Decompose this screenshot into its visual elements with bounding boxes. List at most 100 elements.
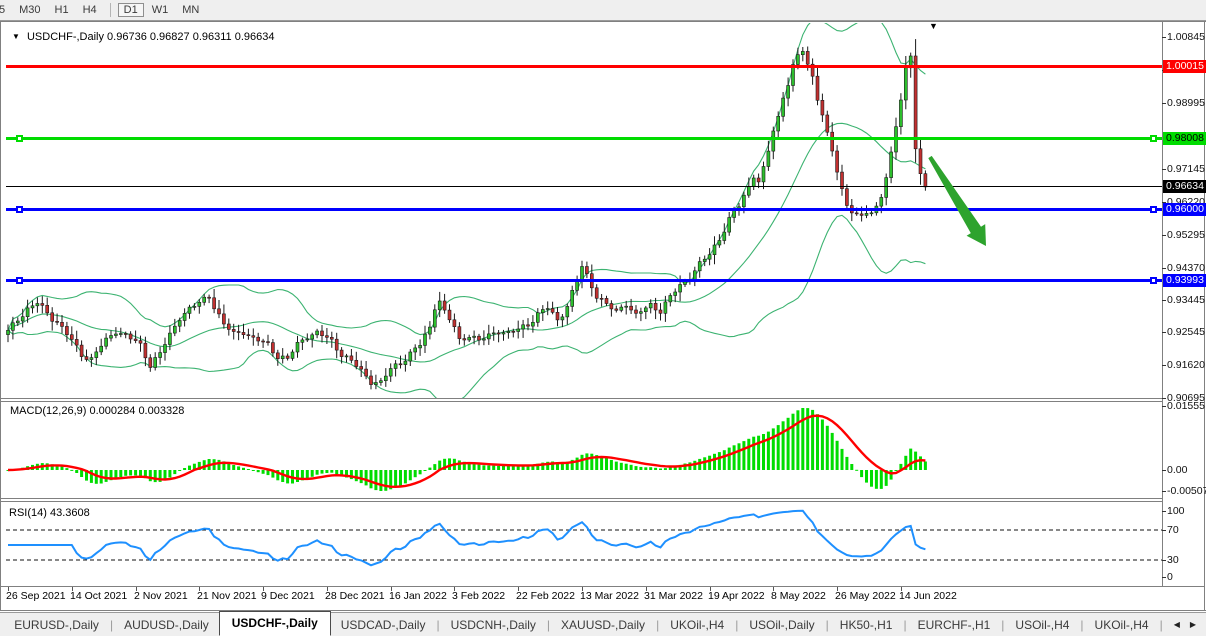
window-border-top [0, 21, 1206, 22]
price-tick-label: 0.93445 [1167, 294, 1205, 306]
timeframe-button-H4[interactable]: H4 [77, 3, 103, 17]
ohlc-close: 0.96634 [235, 31, 275, 43]
date-label: 14 Jun 2022 [899, 590, 957, 602]
price-tick-mark [1162, 268, 1166, 269]
timeframe-button-5[interactable]: 5 [0, 3, 11, 17]
tab-usdcad-daily[interactable]: USDCAD-,Daily [331, 614, 436, 636]
tab-usdchf-daily[interactable]: USDCHF-,Daily [219, 611, 331, 636]
price-tick-mark [1162, 103, 1166, 104]
tab-xauusd-daily[interactable]: XAUUSD-,Daily [551, 614, 655, 636]
rsi-tick-label: 30 [1167, 554, 1179, 566]
tab-scroll-left-icon[interactable]: ◀ [1174, 620, 1180, 629]
date-label: 13 Mar 2022 [580, 590, 639, 602]
line-handle[interactable] [16, 135, 23, 142]
timeframe-button-MN[interactable]: MN [176, 3, 205, 17]
macd-tick-label: 0.01555 [1167, 400, 1205, 412]
date-label: 2 Nov 2021 [134, 590, 188, 602]
rsi-tick-mark [1162, 511, 1166, 512]
timeframe-button-M30[interactable]: M30 [13, 3, 46, 17]
macd-main-value: 0.000284 [89, 405, 135, 417]
rsi-indicator-canvas[interactable] [6, 502, 1162, 586]
tab-eurusd-daily[interactable]: EURUSD-,Daily [4, 614, 109, 636]
rsi-label: RSI(14) 43.3608 [9, 507, 90, 519]
trend-arrow-annotation[interactable] [916, 143, 1000, 260]
window-border-left [0, 21, 1, 610]
date-label: 8 May 2022 [771, 590, 826, 602]
line-handle[interactable] [16, 277, 23, 284]
price-tick-mark [1162, 169, 1166, 170]
price-tick-mark [1162, 300, 1166, 301]
date-label: 28 Dec 2021 [325, 590, 385, 602]
price-tick-mark [1162, 398, 1166, 399]
date-label: 14 Oct 2021 [70, 590, 127, 602]
mt4-chart-window: 5M30H1H4 D1W1MN ▼ USDCHF-,Daily 0.96736 0… [0, 0, 1206, 636]
price-tick-label: 1.00845 [1167, 31, 1205, 43]
date-label: 19 Apr 2022 [708, 590, 765, 602]
price-tick-label: 0.95295 [1167, 229, 1205, 241]
macd-tick-mark [1162, 470, 1166, 471]
time-axis-separator [1, 586, 1205, 587]
price-axis-separator [1162, 22, 1163, 586]
line-handle[interactable] [1150, 135, 1157, 142]
timeframe-toolbar: 5M30H1H4 D1W1MN [0, 0, 1206, 21]
date-label: 22 Feb 2022 [516, 590, 575, 602]
macd-signal-value: 0.003328 [138, 405, 184, 417]
tab-ukoil-h4[interactable]: UKOil-,H4 [660, 614, 734, 636]
chart-symbol: USDCHF-,Daily [27, 31, 104, 43]
price-tick-mark [1162, 332, 1166, 333]
chevron-down-icon[interactable]: ▼ [12, 32, 20, 41]
price-line-label-0.96000: 0.96000 [1163, 203, 1206, 216]
timeframe-button-W1[interactable]: W1 [146, 3, 175, 17]
tab-eurchf-h1[interactable]: EURCHF-,H1 [908, 614, 1001, 636]
timeframe-button-D1[interactable]: D1 [118, 3, 144, 17]
price-tick-label: 0.92545 [1167, 326, 1205, 338]
ohlc-low: 0.96311 [193, 31, 232, 43]
price-line-label-0.98008: 0.98008 [1163, 132, 1206, 145]
macd-tick-label: -0.00507 [1167, 485, 1206, 497]
tab-ukoil-h4[interactable]: UKOil-,H4 [1085, 614, 1159, 636]
hline-0.93993[interactable] [6, 279, 1162, 282]
price-tick-mark [1162, 235, 1166, 236]
hline-1.00015[interactable] [6, 65, 1162, 68]
tab-scroll-separator: | [1159, 618, 1164, 632]
tab-hk50-h1[interactable]: HK50-,H1 [830, 614, 903, 636]
macd-tick-label: 0.00 [1167, 464, 1187, 476]
line-handle[interactable] [16, 206, 23, 213]
price-tick-label: 0.94370 [1167, 262, 1205, 274]
rsi-tick-mark [1162, 577, 1166, 578]
tab-usoil-h4[interactable]: USOil-,H4 [1005, 614, 1079, 636]
chart-shift-marker-icon[interactable]: ▼ [929, 22, 938, 31]
date-label: 26 May 2022 [835, 590, 896, 602]
tab-usoil-daily[interactable]: USOil-,Daily [739, 614, 824, 636]
window-border-right [1204, 21, 1205, 610]
price-line-label-0.96634: 0.96634 [1163, 180, 1206, 193]
hline-0.98008[interactable] [6, 137, 1162, 140]
timeframe-button-H1[interactable]: H1 [49, 3, 75, 17]
price-line-label-0.93993: 0.93993 [1163, 274, 1206, 287]
date-label: 9 Dec 2021 [261, 590, 315, 602]
price-line-label-1.00015: 1.00015 [1163, 60, 1206, 73]
tab-scroll-right-icon[interactable]: ▶ [1190, 620, 1196, 629]
rsi-tick-label: 100 [1167, 505, 1185, 517]
price-tick-label: 0.97145 [1167, 163, 1205, 175]
rsi-tick-label: 70 [1167, 524, 1179, 536]
price-tick-mark [1162, 365, 1166, 366]
tabs-holder: EURUSD-,Daily|AUDUSD-,DailyUSDCHF-,Daily… [4, 612, 1158, 636]
macd-label: MACD(12,26,9) 0.000284 0.003328 [10, 405, 184, 417]
line-handle[interactable] [1150, 277, 1157, 284]
tab-usdcnh-daily[interactable]: USDCNH-,Daily [441, 614, 546, 636]
price-tick-label: 0.91620 [1167, 359, 1205, 371]
rsi-tick-label: 0 [1167, 571, 1173, 583]
date-label: 26 Sep 2021 [6, 590, 66, 602]
window-border-bottom [0, 610, 1206, 611]
date-label: 21 Nov 2021 [197, 590, 257, 602]
price-tick-label: 0.98995 [1167, 97, 1205, 109]
price-tick-mark [1162, 37, 1166, 38]
line-handle[interactable] [1150, 206, 1157, 213]
toolbar-separator [110, 3, 111, 17]
chart-title: ▼ USDCHF-,Daily 0.96736 0.96827 0.96311 … [12, 31, 274, 43]
tab-audusd-daily[interactable]: AUDUSD-,Daily [114, 614, 219, 636]
ohlc-high: 0.96827 [150, 31, 190, 43]
date-label: 31 Mar 2022 [644, 590, 703, 602]
rsi-tick-mark [1162, 530, 1166, 531]
